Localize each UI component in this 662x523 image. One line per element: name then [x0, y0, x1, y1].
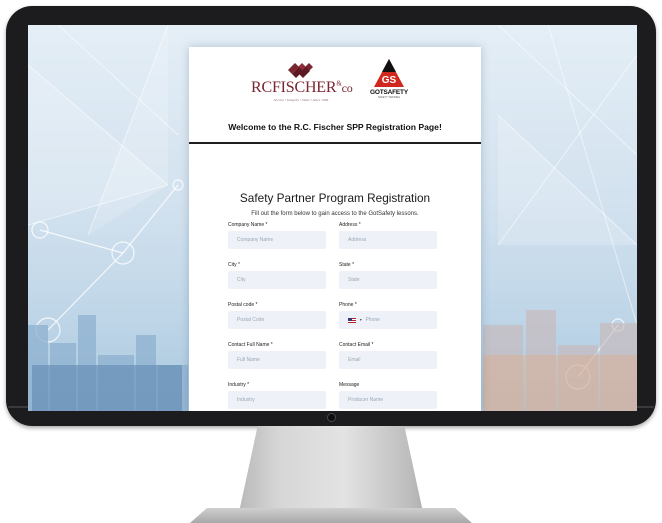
- field-contact-name: Contact Full Name * Full Name: [228, 341, 328, 369]
- contact-email-input[interactable]: Email: [339, 351, 437, 369]
- state-input[interactable]: State: [339, 271, 437, 289]
- message-placeholder: Producer Name: [348, 397, 384, 403]
- postal-code-input[interactable]: Postal Code: [228, 311, 326, 329]
- gotsafety-wordmark: GOTSAFETY: [370, 89, 408, 96]
- phone-placeholder: Phone: [365, 317, 380, 323]
- postal-code-label: Postal code *: [228, 302, 258, 308]
- company-name-placeholder: Company Name: [237, 237, 274, 243]
- phone-label: Phone *: [339, 302, 357, 308]
- monitor-screen: RCFISCHER&co Service • Integrity • Value…: [28, 25, 637, 411]
- gotsafety-monogram: GS: [382, 75, 397, 86]
- field-company-name: Company Name * Company Name: [228, 221, 328, 249]
- industry-placeholder: Industry: [237, 397, 255, 403]
- welcome-heading: Welcome to the R.C. Fischer SPP Registra…: [189, 117, 481, 144]
- form-title: Safety Partner Program Registration: [239, 191, 431, 205]
- field-state: State * State: [339, 261, 439, 289]
- message-label: Message: [339, 382, 360, 388]
- contact-name-label: Contact Full Name *: [228, 342, 273, 348]
- gotsafety-logo[interactable]: GS GOTSAFETY SAFETY TRAINING: [369, 58, 409, 102]
- field-phone: Phone * ▼ Phone: [339, 301, 439, 329]
- industry-label: Industry *: [228, 382, 250, 388]
- city-input[interactable]: City: [228, 271, 326, 289]
- address-input[interactable]: Address: [339, 231, 437, 249]
- registration-form: Company Name * Company Name Address * Ad…: [228, 221, 458, 409]
- address-placeholder: Address: [348, 237, 367, 243]
- us-flag-icon[interactable]: [348, 317, 356, 323]
- registration-page: RCFISCHER&co Service • Integrity • Value…: [189, 47, 481, 411]
- city-label: City *: [228, 262, 240, 268]
- rc-fischer-mark-icon: [288, 63, 313, 78]
- gotsafety-triangle-icon: GS: [374, 59, 404, 87]
- field-industry: Industry * Industry: [228, 381, 328, 409]
- form-subtitle: Fill out the form below to gain access t…: [251, 211, 419, 217]
- state-placeholder: State: [348, 277, 360, 283]
- field-city: City * City: [228, 261, 328, 289]
- postal-code-placeholder: Postal Code: [237, 317, 265, 323]
- contact-email-label: Contact Email *: [339, 342, 374, 348]
- industry-input[interactable]: Industry: [228, 391, 326, 409]
- contact-email-placeholder: Email: [348, 357, 361, 363]
- rc-fischer-logo[interactable]: RCFISCHER&co Service • Integrity • Value…: [251, 61, 353, 107]
- message-input[interactable]: Producer Name: [339, 391, 437, 409]
- field-message: Message Producer Name: [339, 381, 439, 409]
- logo-header: RCFISCHER&co Service • Integrity • Value…: [189, 47, 481, 117]
- contact-name-placeholder: Full Name: [237, 357, 260, 363]
- field-address: Address * Address: [339, 221, 439, 249]
- rc-fischer-tagline: Service • Integrity • Value • Since 1998: [273, 98, 329, 102]
- rc-fischer-wordmark: RCFISCHER&co: [251, 79, 353, 96]
- chevron-down-icon[interactable]: ▼: [359, 318, 362, 322]
- monitor-stand-base: [190, 508, 472, 523]
- gotsafety-subtext: SAFETY TRAINING: [377, 96, 401, 99]
- contact-name-input[interactable]: Full Name: [228, 351, 326, 369]
- city-placeholder: City: [237, 277, 246, 283]
- address-label: Address *: [339, 222, 361, 228]
- company-name-input[interactable]: Company Name: [228, 231, 326, 249]
- company-name-label: Company Name *: [228, 222, 268, 228]
- webcam-icon: [327, 413, 336, 422]
- state-label: State *: [339, 262, 355, 268]
- field-contact-email: Contact Email * Email: [339, 341, 439, 369]
- phone-input[interactable]: ▼ Phone: [339, 311, 437, 329]
- field-postal-code: Postal code * Postal Code: [228, 301, 328, 329]
